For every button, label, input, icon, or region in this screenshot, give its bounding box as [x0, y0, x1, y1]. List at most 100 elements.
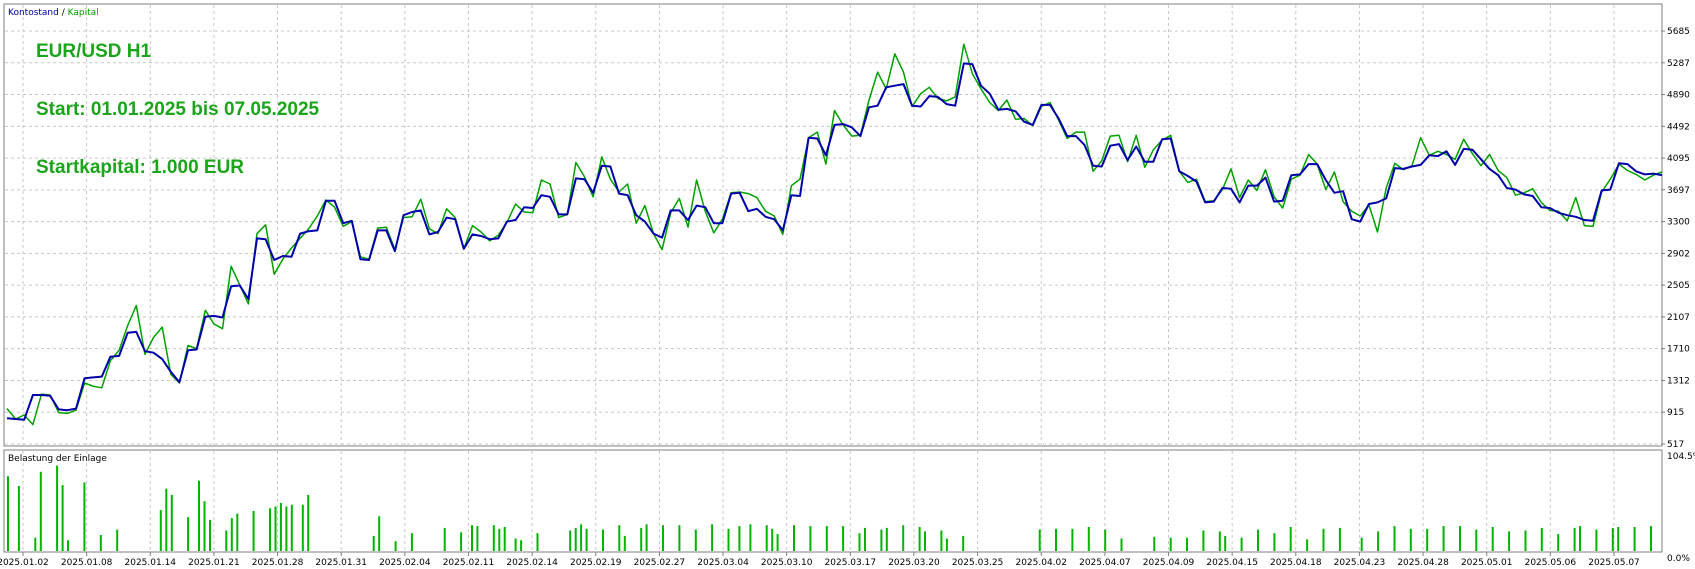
- load-bar: [410, 533, 413, 551]
- load-bar: [56, 465, 59, 551]
- load-bar: [694, 529, 697, 551]
- load-bar: [378, 516, 381, 551]
- x-tick-label: 2025.02.27: [634, 558, 686, 568]
- load-bar: [1273, 533, 1276, 551]
- load-bar: [842, 526, 845, 551]
- load-bar: [536, 533, 539, 551]
- load-bar: [394, 541, 397, 551]
- load-bar: [776, 534, 779, 551]
- x-tick-label: 2025.03.20: [888, 558, 940, 568]
- x-tick-label: 2025.03.04: [697, 558, 749, 568]
- load-bar: [602, 529, 604, 551]
- load-bar: [1650, 526, 1652, 551]
- load-bar: [1508, 531, 1511, 551]
- load-bar: [83, 482, 86, 551]
- load-bar: [1104, 529, 1107, 551]
- load-bar: [585, 528, 588, 551]
- load-bar: [1595, 529, 1598, 551]
- x-tick-label: 2025.04.28: [1397, 558, 1449, 568]
- x-tick-label: 2025.01.21: [188, 558, 240, 568]
- x-tick-label: 2025.02.14: [506, 558, 558, 568]
- equity-y-tick-label: 1710: [1667, 345, 1690, 355]
- load-bar: [274, 506, 277, 551]
- load-bar: [17, 486, 20, 551]
- load-bar: [99, 535, 102, 551]
- load-bar: [165, 488, 168, 551]
- equity-y-tick-label: 2107: [1667, 313, 1690, 323]
- x-tick-label: 2025.01.31: [315, 558, 367, 568]
- load-bar: [67, 540, 69, 551]
- load-bar: [159, 510, 162, 551]
- load-y-tick-min: 0.0%: [1667, 554, 1690, 564]
- load-bar: [1055, 528, 1057, 551]
- load-bar: [290, 504, 293, 551]
- equity-y-tick-label: 2505: [1667, 281, 1690, 291]
- load-bar: [1360, 537, 1363, 551]
- load-bar: [34, 537, 37, 551]
- load-bar: [476, 526, 479, 551]
- load-bar: [738, 526, 741, 551]
- load-bar: [187, 517, 190, 551]
- load-bar: [678, 525, 681, 551]
- load-bar: [279, 502, 282, 551]
- equity-y-tick-label: 915: [1667, 408, 1684, 418]
- load-bar: [1633, 527, 1636, 551]
- load-bar: [902, 525, 905, 551]
- x-tick-label: 2025.05.07: [1588, 558, 1640, 568]
- load-bar: [1573, 527, 1576, 551]
- load-bar: [1306, 539, 1309, 551]
- equity-y-tick-label: 1312: [1667, 376, 1690, 386]
- load-bar: [858, 533, 861, 551]
- load-bar: [1426, 528, 1429, 551]
- load-bar: [503, 527, 506, 551]
- equity-y-tick-label: 517: [1667, 440, 1684, 450]
- load-bar: [307, 494, 310, 551]
- load-panel-title: Belastung der Einlage: [8, 454, 107, 464]
- equity-y-tick-label: 5287: [1667, 59, 1690, 69]
- load-bar: [170, 494, 173, 551]
- x-tick-label: 2025.04.07: [1079, 558, 1131, 568]
- load-bar: [301, 504, 304, 551]
- load-bar: [809, 526, 812, 551]
- load-bar: [198, 480, 200, 551]
- equity-y-tick-label: 4492: [1667, 122, 1690, 132]
- load-bar: [1218, 531, 1221, 551]
- load-bar: [1240, 537, 1243, 551]
- x-tick-label: 2025.01.28: [252, 558, 304, 568]
- load-bar: [1224, 535, 1227, 551]
- load-bar: [1186, 537, 1188, 551]
- load-bar: [209, 519, 211, 551]
- load-bar: [574, 527, 577, 551]
- load-bar: [924, 531, 926, 551]
- x-tick-label: 2025.05.01: [1461, 558, 1513, 568]
- load-bar: [1071, 528, 1074, 551]
- legend: Kontostand / Kapital: [8, 8, 99, 18]
- load-bar: [940, 530, 943, 551]
- load-bar: [1169, 537, 1172, 551]
- load-bar: [252, 511, 255, 551]
- load-bar: [1257, 529, 1259, 551]
- load-bar: [1442, 526, 1445, 551]
- x-tick-label: 2025.01.08: [61, 558, 113, 568]
- load-bar: [372, 535, 375, 551]
- x-tick-label: 2025.01.14: [125, 558, 177, 568]
- load-bar: [640, 527, 643, 551]
- test-period-label: Start: 01.01.2025 bis 07.05.2025: [36, 99, 320, 120]
- load-bar: [711, 524, 714, 551]
- equity-y-tick-label: 4890: [1667, 91, 1690, 101]
- load-bar: [618, 525, 621, 551]
- load-bar: [1579, 526, 1581, 551]
- load-bar: [492, 525, 495, 551]
- load-bar: [1540, 527, 1543, 551]
- load-bar: [1038, 529, 1041, 551]
- load-bar: [825, 526, 828, 551]
- load-bar: [1153, 536, 1156, 551]
- equity-y-tick-label: 4095: [1667, 154, 1690, 164]
- load-bar: [749, 524, 752, 551]
- load-bar: [225, 530, 228, 551]
- load-bar: [203, 501, 206, 551]
- load-bar: [230, 518, 233, 551]
- x-tick-label: 2025.03.25: [952, 558, 1004, 568]
- x-tick-label: 2025.02.04: [379, 558, 431, 568]
- chart-background: [0, 0, 1695, 569]
